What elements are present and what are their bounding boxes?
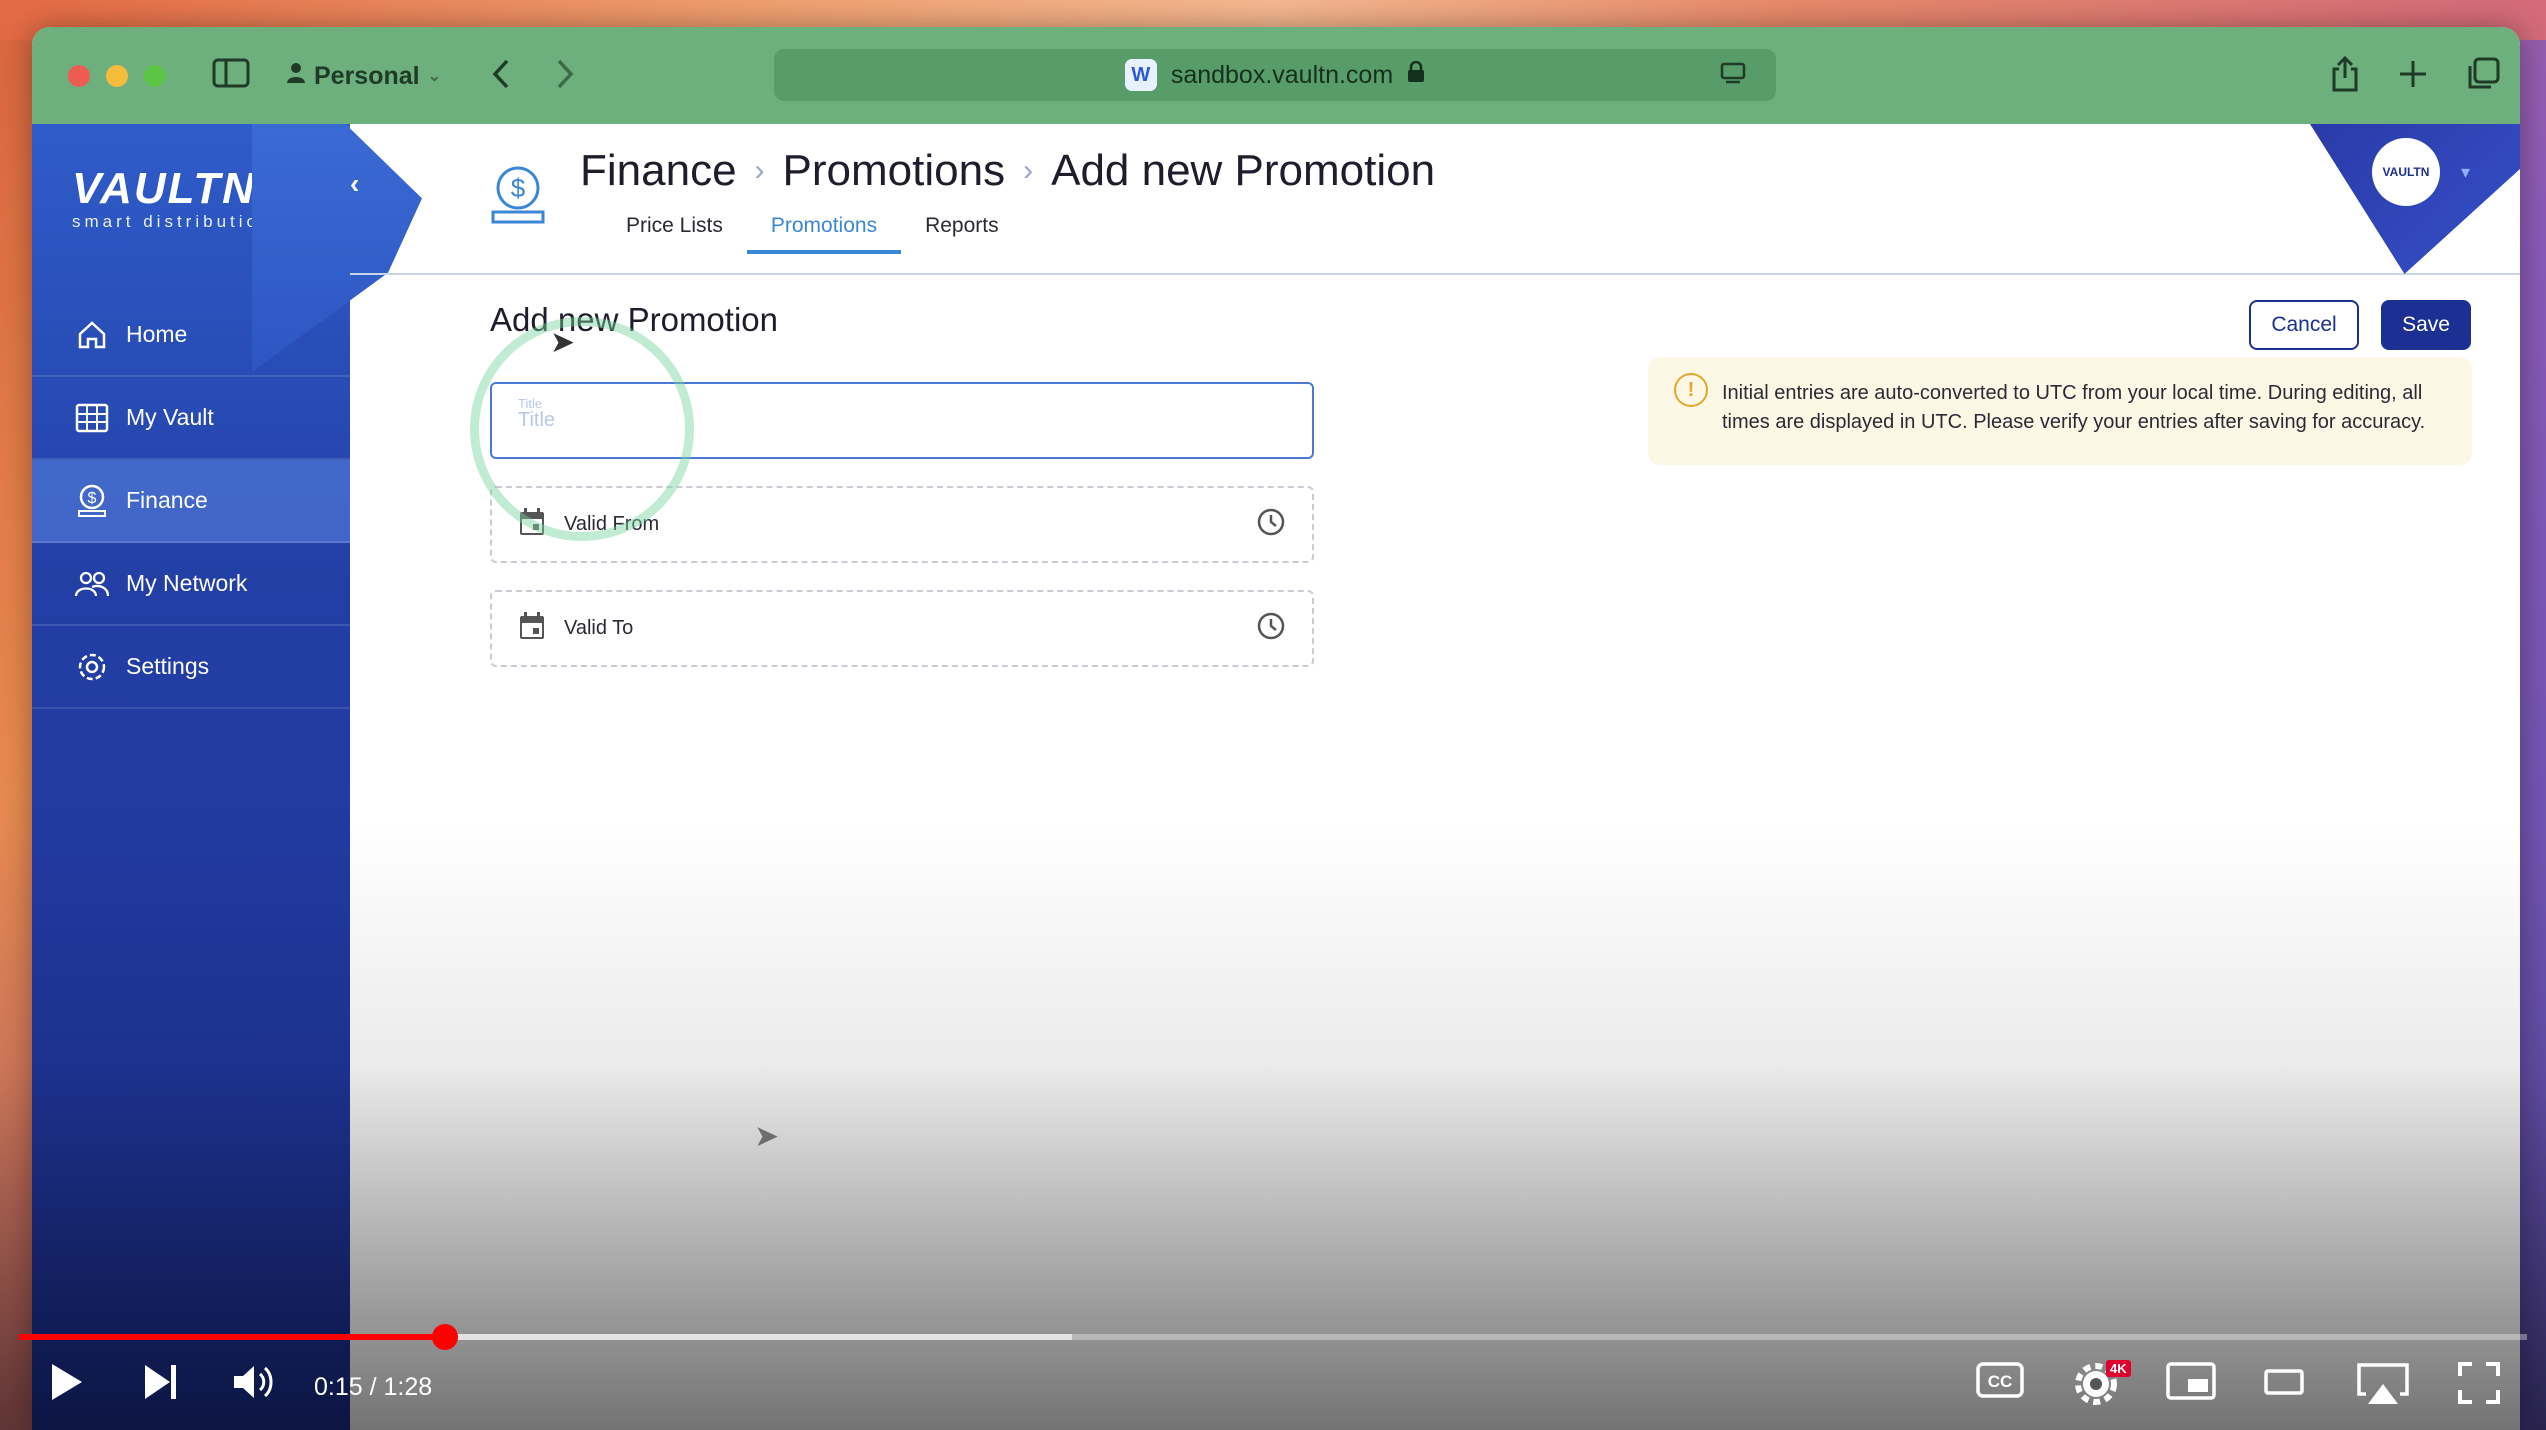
people-icon	[74, 566, 110, 602]
grid-icon	[74, 400, 110, 436]
save-button[interactable]: Save	[2381, 300, 2471, 350]
avatar[interactable]: VAULTN	[2372, 138, 2440, 206]
quality-badge: 4K	[2106, 1360, 2131, 1377]
tab-reports[interactable]: Reports	[901, 204, 1023, 254]
captions-icon[interactable]: CC	[1976, 1362, 2024, 1405]
sidebar-toggle-icon[interactable]	[212, 57, 250, 95]
profile-switcher[interactable]: Personal ⌄	[272, 55, 455, 97]
chevron-down-icon: ⌄	[427, 68, 442, 85]
site-favicon: W	[1124, 59, 1157, 91]
progress-played	[19, 1334, 446, 1340]
sidebar-item-label: My Vault	[126, 404, 214, 430]
forward-icon[interactable]	[554, 57, 576, 97]
dollar-coin-icon: $	[74, 483, 110, 519]
cancel-button[interactable]: Cancel	[2249, 300, 2359, 350]
tab-promotions[interactable]: Promotions	[746, 204, 902, 254]
header-divider	[350, 273, 2520, 275]
clock-icon[interactable]	[1256, 611, 1286, 647]
next-button[interactable]	[142, 1362, 180, 1409]
tab-price-lists[interactable]: Price Lists	[592, 204, 747, 254]
finance-tabs: Price Lists Promotions Reports	[592, 204, 1023, 254]
collapse-sidebar-icon[interactable]: ‹	[350, 168, 359, 200]
sidebar-item-finance[interactable]: $ Finance	[32, 460, 350, 543]
vaultn-logo: VAULTN smart distribution	[72, 164, 273, 232]
utc-notice: ! Initial entries are auto-converted to …	[1648, 357, 2472, 465]
sidebar-nav: Home My Vault $ Finance My Network Setti…	[32, 294, 350, 709]
sidebar-item-settings[interactable]: Settings	[32, 626, 350, 709]
fullscreen-icon[interactable]	[2458, 1362, 2500, 1411]
sidebar-item-my-network[interactable]: My Network	[32, 543, 350, 626]
close-window-button[interactable]	[68, 65, 90, 87]
minimize-window-button[interactable]	[106, 65, 128, 87]
airplay-icon[interactable]	[2356, 1362, 2410, 1413]
caret-down-icon[interactable]: ▾	[2461, 162, 2470, 183]
breadcrumb-promotions[interactable]: Promotions	[783, 146, 1006, 196]
new-tab-icon[interactable]	[2398, 59, 2428, 95]
sidebar-item-label: Home	[126, 321, 188, 347]
utc-notice-text: Initial entries are auto-converted to UT…	[1722, 382, 2426, 433]
person-icon	[286, 62, 306, 91]
video-time: 0:15 / 1:28	[314, 1373, 433, 1401]
valid-to-field[interactable]: Valid To	[490, 590, 1314, 667]
sidebar-item-label: Finance	[126, 487, 208, 513]
svg-text:$: $	[511, 173, 526, 203]
home-icon	[74, 317, 110, 353]
logo-tagline: smart distribution	[72, 212, 274, 231]
calendar-icon	[518, 611, 546, 647]
svg-text:CC: CC	[1988, 1372, 2013, 1391]
page-title: Add new Promotion	[1051, 146, 1436, 195]
valid-to-label: Valid To	[564, 617, 634, 639]
mouse-cursor-icon: ➤	[550, 326, 576, 359]
breadcrumb: Finance › Promotions › Add new Promotion	[580, 146, 1435, 196]
volume-icon[interactable]	[232, 1362, 276, 1409]
theater-mode-icon[interactable]	[2264, 1362, 2304, 1404]
lock-icon	[1407, 60, 1425, 90]
address-bar[interactable]: W sandbox.vaultn.com	[774, 49, 1776, 101]
tab-overview-icon[interactable]	[2466, 57, 2500, 97]
valid-from-label: Valid From	[564, 513, 660, 535]
sidebar-item-my-vault[interactable]: My Vault	[32, 377, 350, 460]
miniplayer-icon[interactable]	[2166, 1362, 2216, 1407]
sidebar-item-label: Settings	[126, 653, 210, 679]
reader-icon[interactable]	[1720, 61, 1746, 94]
maximize-window-button[interactable]	[144, 65, 166, 87]
click-highlight	[470, 317, 694, 541]
url-text: sandbox.vaultn.com	[1170, 60, 1394, 89]
play-button[interactable]	[48, 1362, 84, 1409]
finance-header-icon: $	[487, 164, 549, 231]
chevron-right-icon: ›	[754, 154, 765, 187]
clock-icon[interactable]	[1256, 507, 1286, 543]
warning-icon: !	[1674, 373, 1708, 407]
browser-toolbar: Personal ⌄ W sandbox.vaultn.com	[32, 27, 2520, 124]
svg-text:$: $	[88, 490, 97, 507]
breadcrumb-finance[interactable]: Finance	[580, 146, 737, 196]
chevron-right-icon: ›	[1023, 154, 1034, 187]
back-icon[interactable]	[490, 57, 512, 97]
share-icon[interactable]	[2330, 55, 2360, 99]
gear-icon	[74, 649, 110, 685]
profile-name: Personal	[314, 61, 420, 90]
logo-word: VAULTN	[72, 164, 256, 213]
sidebar-item-label: My Network	[126, 570, 248, 596]
